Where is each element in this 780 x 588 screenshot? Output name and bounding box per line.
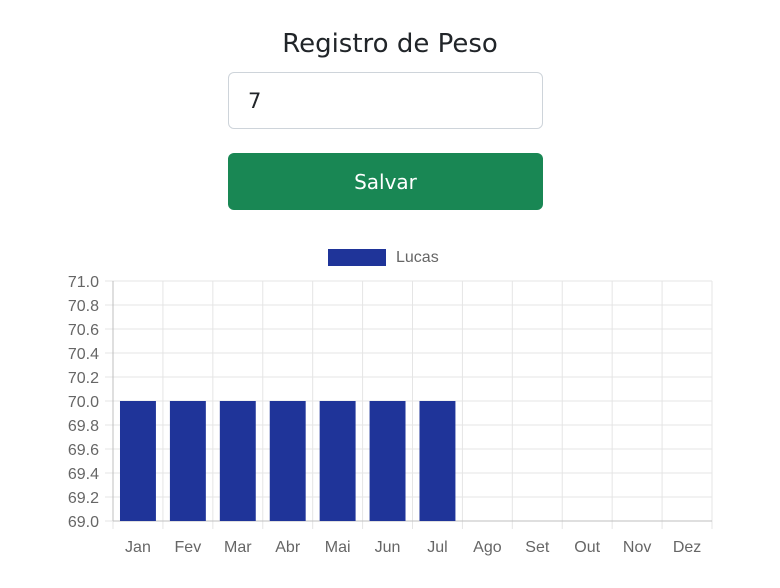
bar-mar[interactable] (219, 401, 256, 521)
save-button[interactable]: Salvar (228, 153, 543, 210)
y-tick-label: 70.8 (68, 298, 99, 315)
x-tick-label: Jul (427, 539, 447, 556)
x-tick-label: Mai (325, 539, 351, 556)
bar-jun[interactable] (369, 401, 406, 521)
chart-legend[interactable]: Lucas (328, 249, 439, 266)
bar-jan[interactable] (119, 401, 156, 521)
legend-swatch-lucas (328, 249, 386, 266)
bar-mai[interactable] (319, 401, 356, 521)
bar-fev[interactable] (169, 401, 206, 521)
page-title: Registro de Peso (282, 29, 498, 59)
y-tick-label: 71.0 (68, 274, 99, 291)
x-tick-label: Jun (375, 539, 401, 556)
x-tick-label: Fev (175, 539, 202, 556)
x-tick-label: Jan (125, 539, 151, 556)
y-tick-label: 69.2 (68, 490, 99, 507)
y-tick-label: 69.8 (68, 418, 99, 435)
legend-label-lucas: Lucas (396, 249, 439, 266)
x-tick-label: Dez (673, 539, 701, 556)
weight-input[interactable] (228, 72, 543, 129)
bar-jul[interactable] (419, 401, 456, 521)
y-tick-label: 70.6 (68, 322, 99, 339)
chart-bars (119, 401, 456, 521)
x-tick-label: Out (574, 539, 600, 556)
y-tick-label: 69.4 (68, 466, 99, 483)
y-tick-label: 70.4 (68, 346, 99, 363)
x-tick-label: Ago (473, 539, 502, 556)
weight-chart: Lucas 71.0 70.8 70.6 70.4 70.2 70.0 69.8 69.6 69… (68, 249, 713, 556)
y-tick-label: 70.0 (68, 394, 99, 411)
x-tick-label: Nov (623, 539, 651, 556)
y-axis-ticks: 71.0 70.8 70.6 70.4 70.2 70.0 69.8 69.6 69.4 69.2… (68, 274, 99, 531)
x-axis-ticks: Jan Fev Mar Abr Mai Jun Jul Ago Set Out Nov Dez (125, 539, 701, 556)
x-tick-label: Abr (275, 539, 301, 556)
x-tick-label: Mar (224, 539, 252, 556)
y-tick-label: 69.6 (68, 442, 99, 459)
x-tick-label: Set (525, 539, 550, 556)
y-tick-label: 69.0 (68, 514, 99, 531)
y-tick-label: 70.2 (68, 370, 99, 387)
bar-abr[interactable] (269, 401, 306, 521)
